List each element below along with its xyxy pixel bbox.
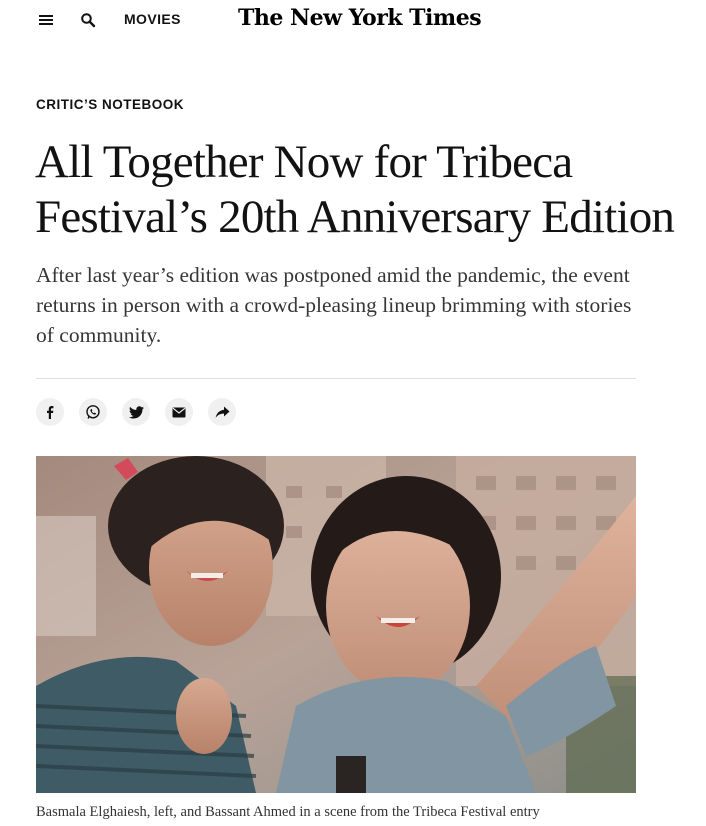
- hamburger-menu-icon[interactable]: [36, 10, 56, 30]
- search-icon[interactable]: [78, 10, 98, 30]
- divider: [36, 378, 636, 379]
- article-headline: All Together Now for Tribeca Festival’s …: [35, 136, 675, 243]
- whatsapp-icon: [85, 404, 101, 420]
- facebook-share-button[interactable]: [36, 398, 64, 426]
- section-link-movies[interactable]: MOVIES: [124, 11, 181, 27]
- hero-image-caption: Basmala Elghaiesh, left, and Bassant Ahm…: [36, 804, 540, 820]
- hero-image: [36, 456, 636, 793]
- facebook-icon: [43, 405, 57, 419]
- twitter-icon: [128, 405, 144, 419]
- more-share-button[interactable]: [208, 398, 236, 426]
- email-icon: [172, 407, 186, 418]
- nyt-logo[interactable]: The New York Times: [238, 5, 482, 31]
- whatsapp-share-button[interactable]: [79, 398, 107, 426]
- article-summary: After last year’s edition was postponed …: [36, 263, 632, 347]
- twitter-share-button[interactable]: [122, 398, 150, 426]
- email-share-button[interactable]: [165, 398, 193, 426]
- article-kicker[interactable]: CRITIC’S NOTEBOOK: [36, 97, 184, 112]
- share-arrow-icon: [215, 406, 230, 419]
- top-navigation-bar: MOVIES The New York Times: [0, 0, 706, 44]
